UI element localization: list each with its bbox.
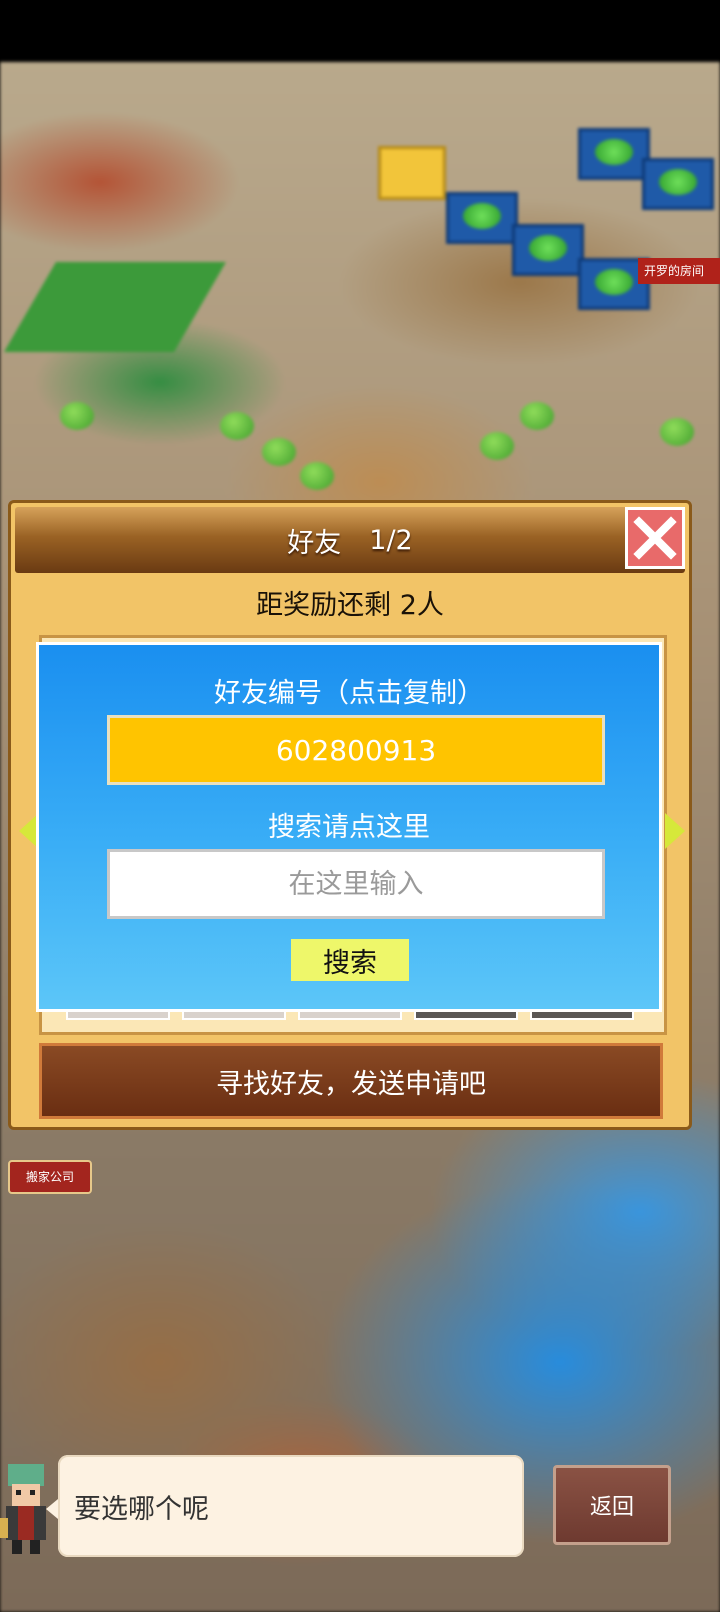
close-icon [633,516,677,560]
moving-company-tag[interactable]: 搬家公司 [8,1160,92,1194]
speech-text: 要选哪个呢 [74,1493,209,1525]
status-bar [0,0,720,62]
tree-building-icon [446,192,518,244]
tree-icon [262,438,296,466]
back-button[interactable]: 返回 [553,1465,671,1545]
panel-page-indicator: 1/2 [369,524,413,556]
tree-icon [520,402,554,430]
green-lawn [4,262,226,352]
panel-header: 好友 1/2 [15,507,685,573]
friend-id-dialog: 好友编号（点击复制） 602800913 搜索请点这里 搜索 [36,642,662,1012]
tree-icon [300,462,334,490]
panel-title-text: 好友 [287,527,342,559]
search-label: 搜索请点这里 [268,812,430,843]
tree-icon [660,418,694,446]
friend-id-copy-box[interactable]: 602800913 [107,715,605,785]
tree-icon [480,432,514,460]
reward-remaining-text: 距奖励还剩 2人 [256,590,444,621]
panel-title: 好友 1/2 [15,507,685,573]
tree-icon [220,412,254,440]
find-friends-button[interactable]: 寻找好友，发送申请吧 [39,1043,663,1119]
gold-building-icon [378,146,446,200]
close-button[interactable] [625,507,685,569]
search-button[interactable]: 搜索 [291,939,409,981]
cairo-room-tag[interactable]: 开罗的房间 [638,258,720,284]
tree-icon [60,402,94,430]
tree-building-icon [512,224,584,276]
search-input[interactable] [107,849,605,919]
next-page-arrow-icon[interactable] [665,813,685,849]
tree-building-icon [578,128,650,180]
friend-id-label: 好友编号（点击复制） [214,678,484,709]
tree-building-icon [642,158,714,210]
speech-bubble: 要选哪个呢 [46,1455,524,1557]
